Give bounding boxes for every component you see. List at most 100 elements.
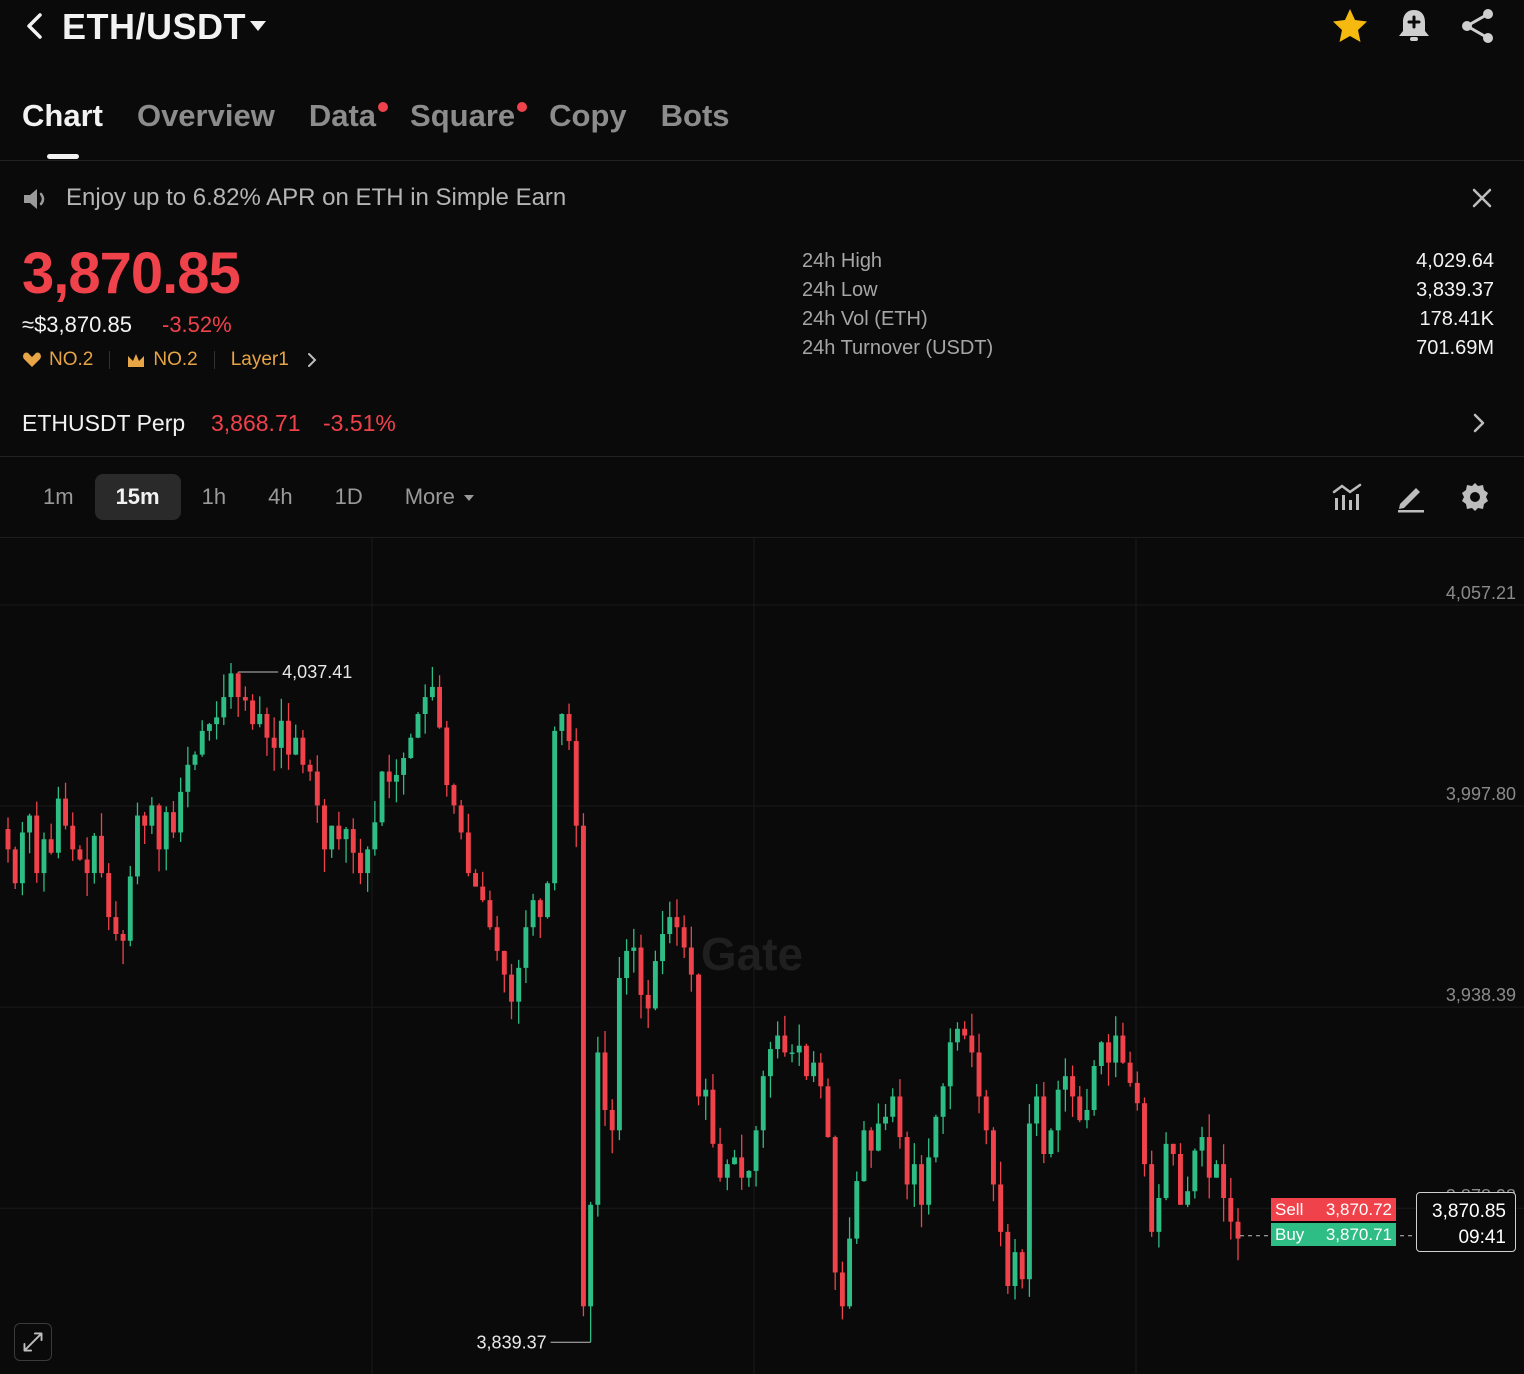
- candle-body: [451, 785, 457, 806]
- candle-body: [422, 697, 428, 714]
- candle-body: [343, 829, 349, 840]
- favorite-star-icon[interactable]: [1330, 6, 1370, 46]
- more-label: More: [404, 484, 455, 509]
- sell-value: 3,870.72: [1325, 1200, 1392, 1219]
- candle-body: [1192, 1150, 1198, 1192]
- interval-more-dropdown[interactable]: More: [384, 474, 496, 520]
- indicators-icon[interactable]: [1330, 480, 1364, 514]
- candle-body: [264, 714, 270, 738]
- candle-body: [516, 967, 522, 1002]
- current-price: 3,870.85: [1432, 1201, 1506, 1222]
- back-arrow-icon[interactable]: [18, 8, 54, 44]
- candle-body: [1077, 1096, 1083, 1121]
- drawing-tools-icon[interactable]: [1394, 480, 1428, 514]
- candle-body: [811, 1062, 817, 1077]
- candlestick-chart[interactable]: Gate 4,057.213,997.803,938.393,878.98 4,…: [0, 538, 1524, 1374]
- candle-body: [408, 737, 414, 758]
- candle-body: [1084, 1110, 1090, 1121]
- tab-data[interactable]: Data: [309, 98, 389, 148]
- candle-body: [48, 839, 54, 853]
- candle-body: [566, 714, 572, 742]
- interval-1h[interactable]: 1h: [181, 474, 247, 520]
- caret-down-icon[interactable]: [248, 18, 268, 34]
- candle-body: [919, 1164, 924, 1205]
- candle-body: [890, 1096, 896, 1117]
- candle-body: [149, 805, 155, 826]
- buy-quote[interactable]: Buy 3,870.71: [1271, 1223, 1396, 1246]
- candle-body: [63, 798, 68, 826]
- badge-label: Layer1: [230, 349, 289, 370]
- interval-4h[interactable]: 4h: [247, 474, 313, 520]
- candle-body: [170, 812, 176, 833]
- candle-body: [235, 673, 241, 698]
- candle-body: [228, 673, 234, 698]
- sell-quote[interactable]: Sell 3,870.72: [1271, 1198, 1396, 1221]
- candle-body: [559, 714, 565, 731]
- last-price: 3,870.85: [22, 241, 241, 306]
- price-alert-bell-icon[interactable]: [1394, 6, 1434, 46]
- stat-value: 4,029.64: [1416, 250, 1494, 272]
- close-icon[interactable]: [1468, 184, 1496, 212]
- low-marker-label: 3,839.37: [477, 1332, 547, 1352]
- candle-body: [674, 917, 680, 928]
- tab-square[interactable]: Square: [410, 98, 528, 148]
- chevron-right-icon[interactable]: [1470, 410, 1488, 436]
- tab-copy[interactable]: Copy: [549, 98, 627, 148]
- interval-1d[interactable]: 1D: [314, 474, 384, 520]
- candle-body: [595, 1052, 601, 1205]
- candle-body: [1235, 1221, 1241, 1239]
- tab-overview[interactable]: Overview: [137, 98, 275, 148]
- candle-body: [1098, 1042, 1104, 1066]
- share-icon[interactable]: [1458, 6, 1498, 46]
- candle-body: [552, 730, 558, 884]
- candle-body: [904, 1137, 910, 1185]
- sell-buy-quote[interactable]: Sell 3,870.72 Buy 3,870.71: [1271, 1198, 1396, 1246]
- stat-label: 24h Turnover (USDT): [802, 337, 994, 359]
- divider: [0, 456, 1524, 457]
- badge-rank-market[interactable]: NO.2: [126, 349, 198, 371]
- high-marker-label: 4,037.41: [282, 662, 352, 682]
- candle-body: [242, 697, 248, 701]
- stat-label: 24h Low: [802, 279, 878, 301]
- badge-rank-hot[interactable]: NO.2: [22, 349, 93, 371]
- stat-row: 24h High 4,029.64: [802, 250, 1494, 279]
- promo-banner-text[interactable]: Enjoy up to 6.82% APR on ETH in Simple E…: [66, 184, 566, 212]
- candle-body: [645, 994, 651, 1009]
- candle-body: [861, 1130, 867, 1182]
- candle-body: [5, 829, 11, 850]
- gear-icon[interactable]: [1458, 480, 1492, 514]
- interval-15m[interactable]: 15m: [94, 474, 181, 520]
- candle-body: [429, 686, 435, 698]
- candle-body: [27, 815, 33, 833]
- candle-body: [393, 774, 399, 782]
- fullscreen-expand-icon[interactable]: [14, 1323, 52, 1361]
- interval-1m[interactable]: 1m: [22, 474, 95, 520]
- perp-pair-name[interactable]: ETHUSDT Perp: [22, 410, 185, 437]
- candle-body: [760, 1076, 766, 1131]
- candle-body: [163, 812, 169, 850]
- candle-body: [775, 1035, 781, 1050]
- candle-body: [818, 1062, 824, 1087]
- candle-body: [789, 1052, 795, 1054]
- tab-chart[interactable]: Chart: [22, 98, 103, 148]
- 24h-stats: 24h High 4,029.64 24h Low 3,839.37 24h Vol…: [802, 250, 1494, 366]
- candle-body: [1228, 1198, 1234, 1222]
- candle-body: [329, 825, 335, 850]
- candle-body: [307, 764, 313, 772]
- candle-body: [688, 947, 694, 975]
- candle-body: [12, 849, 18, 884]
- candle-countdown: 09:41: [1458, 1227, 1506, 1248]
- candle-body: [293, 737, 299, 755]
- candles: [5, 663, 1241, 1343]
- pair-selector[interactable]: ETH/USDT: [62, 6, 246, 48]
- tab-bots[interactable]: Bots: [661, 98, 730, 148]
- candle-body: [602, 1052, 608, 1110]
- candle-body: [1127, 1062, 1133, 1083]
- candle-body: [609, 1110, 615, 1131]
- candle-body: [1199, 1137, 1205, 1151]
- candle-body: [1170, 1143, 1176, 1154]
- candle-body: [962, 1028, 968, 1036]
- candle-body: [1163, 1143, 1169, 1198]
- badge-category[interactable]: Layer1: [231, 349, 318, 371]
- chevron-right-icon: [307, 353, 317, 367]
